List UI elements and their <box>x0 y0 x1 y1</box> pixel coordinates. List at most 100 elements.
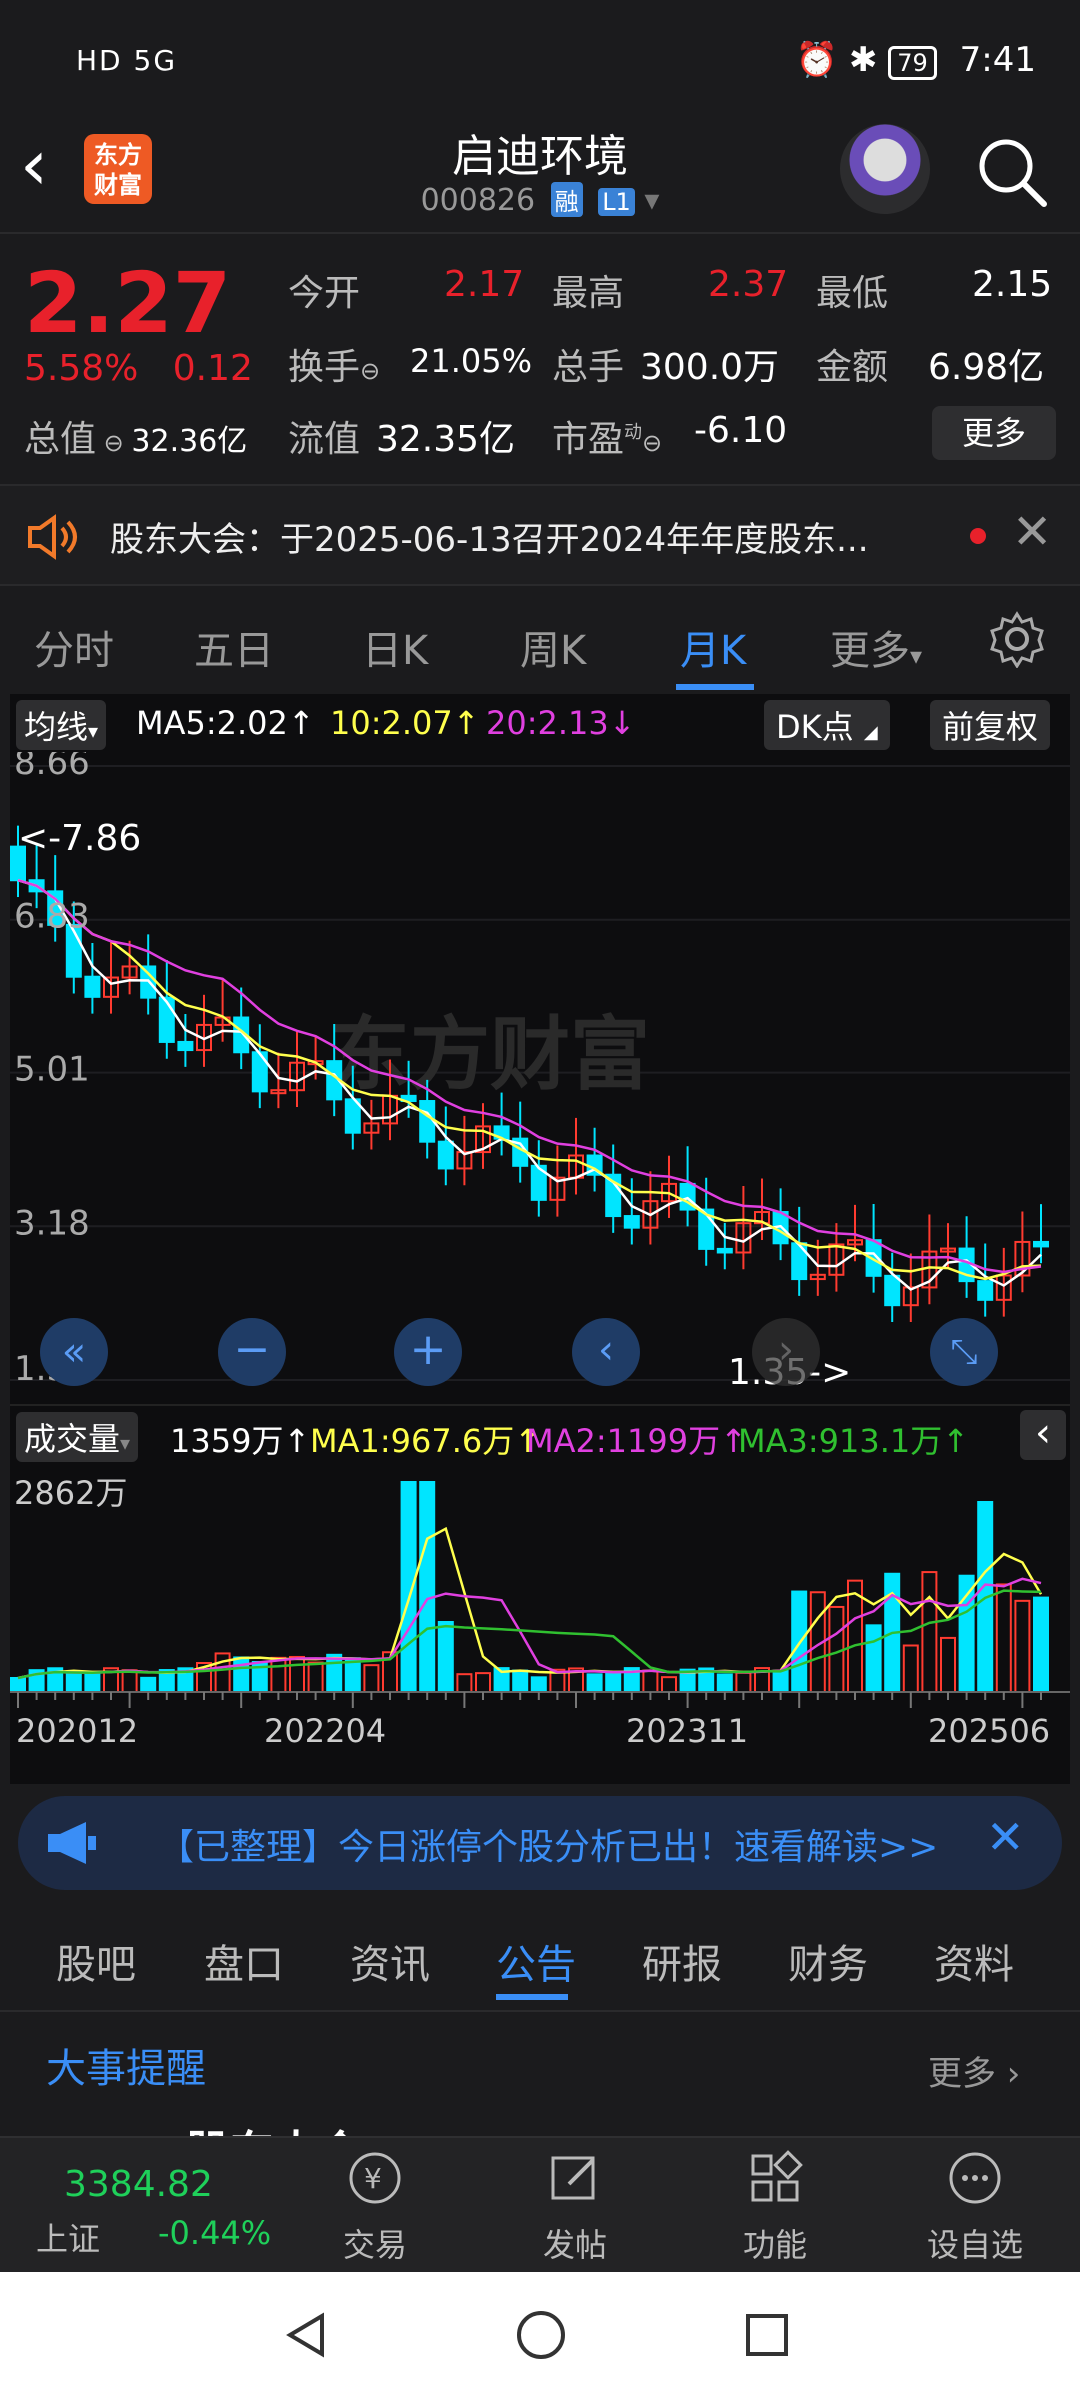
events-title: 大事提醒 <box>46 2046 206 2092</box>
scroll-right-icon[interactable]: › <box>752 1318 820 1386</box>
vol-ma1: MA1:967.6万↑ <box>310 1422 542 1460</box>
volume-bar <box>65 1672 82 1693</box>
volume-indicator-selector[interactable]: 成交量▾ <box>16 1412 139 1462</box>
nav-add-favorite[interactable]: 设自选 <box>900 2148 1050 2266</box>
margin-tag: 融 <box>550 182 583 217</box>
zoom-out-icon[interactable]: − <box>218 1318 286 1386</box>
tab-forum[interactable]: 股吧 <box>56 1932 136 1990</box>
volume-bar <box>363 1664 380 1693</box>
y-tick-label: 5.01 <box>14 1050 90 1090</box>
candle <box>884 1274 901 1307</box>
system-recents-icon[interactable] <box>742 2310 792 2360</box>
close-icon[interactable]: ✕ <box>1012 504 1052 560</box>
collapse-panel-icon[interactable]: ‹ <box>1020 1410 1066 1460</box>
edit-icon <box>551 2156 595 2200</box>
volume-bar <box>270 1656 287 1693</box>
volume-bar <box>642 1669 659 1693</box>
amount-value: 6.98亿 <box>928 347 1045 388</box>
ma-legend: 均线▾ MA5:2.02↑ 10:2.07↑ 20:2.13↓ DK点 ◢ 前复… <box>10 694 1070 750</box>
volume-bar <box>661 1676 677 1693</box>
volume-bar <box>735 1671 752 1693</box>
zoom-in-icon[interactable]: + <box>394 1318 462 1386</box>
tab-announcements[interactable]: 公告 <box>496 1932 576 1990</box>
index-name: 上证 <box>36 2220 101 2258</box>
tab-order-book[interactable]: 盘口 <box>204 1932 284 1990</box>
yuan-circle-icon: ¥ <box>349 2152 401 2204</box>
ma-selector[interactable]: 均线▾ <box>16 700 107 750</box>
more-quote-button[interactable]: 更多 <box>932 406 1056 460</box>
volume-label: 总手 <box>552 347 625 388</box>
volume-bar <box>902 1644 919 1694</box>
open-label: 今开 <box>288 273 361 314</box>
tab-profile[interactable]: 资料 <box>934 1932 1014 1990</box>
nav-trade[interactable]: ¥ 交易 <box>300 2148 450 2266</box>
tab-monthly-k[interactable]: 月K <box>680 618 746 676</box>
volume-bar <box>326 1653 343 1693</box>
scroll-left-fast-icon[interactable]: « <box>40 1318 108 1386</box>
dk-point-button[interactable]: DK点 ◢ <box>764 700 890 750</box>
tab-more[interactable]: 更多▾ <box>830 618 922 676</box>
tab-five-day[interactable]: 五日 <box>194 618 274 676</box>
tab-timeshare[interactable]: 分时 <box>34 618 114 676</box>
adjust-mode-button[interactable]: 前复权 <box>930 700 1051 750</box>
tab-news[interactable]: 资讯 <box>350 1932 430 1990</box>
volume-bar <box>1014 1599 1031 1693</box>
svg-text:¥: ¥ <box>364 2162 382 2195</box>
volume-bar <box>121 1669 138 1693</box>
index-change: -0.44% <box>158 2214 272 2252</box>
kline-chart[interactable]: 东方财富 8.666.835.013.181.35 <-7.86 1.35-> <box>10 752 1070 1402</box>
ma5-value: MA5:2.02↑ <box>136 704 315 742</box>
volume-bar <box>940 1636 956 1694</box>
assistant-robot-icon[interactable] <box>840 124 930 214</box>
close-banner-icon[interactable]: ✕ <box>986 1810 1025 1864</box>
x-tick-label: 202506 <box>928 1712 1050 1750</box>
candle <box>716 1247 733 1254</box>
tab-research[interactable]: 研报 <box>642 1932 722 1990</box>
unread-dot <box>970 528 986 544</box>
tab-daily-k[interactable]: 日K <box>362 618 428 676</box>
nav-post[interactable]: 发帖 <box>500 2148 650 2266</box>
volume-max-label: 2862万 <box>14 1474 127 1512</box>
index-value: 3384.82 <box>64 2164 213 2205</box>
info-tabs: 股吧 盘口 资讯 公告 研报 财务 资料 <box>0 1904 1080 2008</box>
tab-financials[interactable]: 财务 <box>788 1932 868 1990</box>
high-marker: <-7.86 <box>18 818 141 859</box>
price-change: 5.58% 0.12 <box>24 348 253 389</box>
volume-bar <box>233 1656 250 1694</box>
eastmoney-logo[interactable]: 东方 财富 <box>84 134 152 204</box>
tab-weekly-k[interactable]: 周K <box>520 618 586 676</box>
vol-ma2: MA2:1199万↑ <box>526 1422 747 1460</box>
chevron-down-icon: ▾ <box>644 183 660 218</box>
low-label: 最低 <box>816 273 889 314</box>
index-ticker[interactable]: 3384.82 上证 -0.44% <box>0 2138 300 2274</box>
reset-view-icon[interactable]: ⤡ <box>930 1318 998 1386</box>
events-more-link[interactable]: 更多 › <box>928 2046 1020 2095</box>
search-icon[interactable] <box>972 132 1052 212</box>
volume-bar <box>1033 1596 1049 1693</box>
pe-value: -6.10 <box>694 410 788 451</box>
settings-gear-icon[interactable] <box>988 610 1046 668</box>
candle <box>437 1140 454 1170</box>
volume-bar <box>289 1655 305 1694</box>
nav-functions[interactable]: 功能 <box>700 2148 850 2266</box>
back-icon[interactable]: ‹ <box>20 130 80 210</box>
volume-bar <box>84 1672 101 1694</box>
status-bar: HD 5G ⏰ ✱ 79 7:41 <box>0 0 1080 120</box>
stock-code-line[interactable]: 000826 融 L1 ▾ <box>340 182 740 218</box>
volume-bar <box>772 1669 789 1693</box>
announcement-bar[interactable]: 股东大会：于2025-06-13召开2024年年度股东... ✕ <box>0 484 1080 586</box>
market-cap: 总值 ⊖ 32.36亿 <box>24 419 248 460</box>
stock-name: 启迪环境 <box>452 131 628 182</box>
volume-bar <box>456 1673 473 1694</box>
volume-chart[interactable]: 2862万 202012 202204 202311 202506 <box>10 1462 1070 1782</box>
system-home-icon[interactable] <box>514 2308 568 2362</box>
scroll-left-icon[interactable]: ‹ <box>572 1318 640 1386</box>
system-back-icon[interactable] <box>282 2310 332 2360</box>
announcement-text: 股东大会：于2025-06-13召开2024年年度股东... <box>110 520 869 560</box>
grid-icon <box>751 2150 803 2202</box>
bottom-nav: 3384.82 上证 -0.44% ¥ 交易 发帖 功能 设自选 <box>0 2136 1080 2272</box>
volume-value: 300.0万 <box>640 347 780 388</box>
promo-banner[interactable]: 【已整理】今日涨停个股分析已出！速看解读>> ✕ <box>18 1796 1062 1890</box>
high-label: 最高 <box>552 273 625 314</box>
volume-bar <box>419 1481 436 1693</box>
